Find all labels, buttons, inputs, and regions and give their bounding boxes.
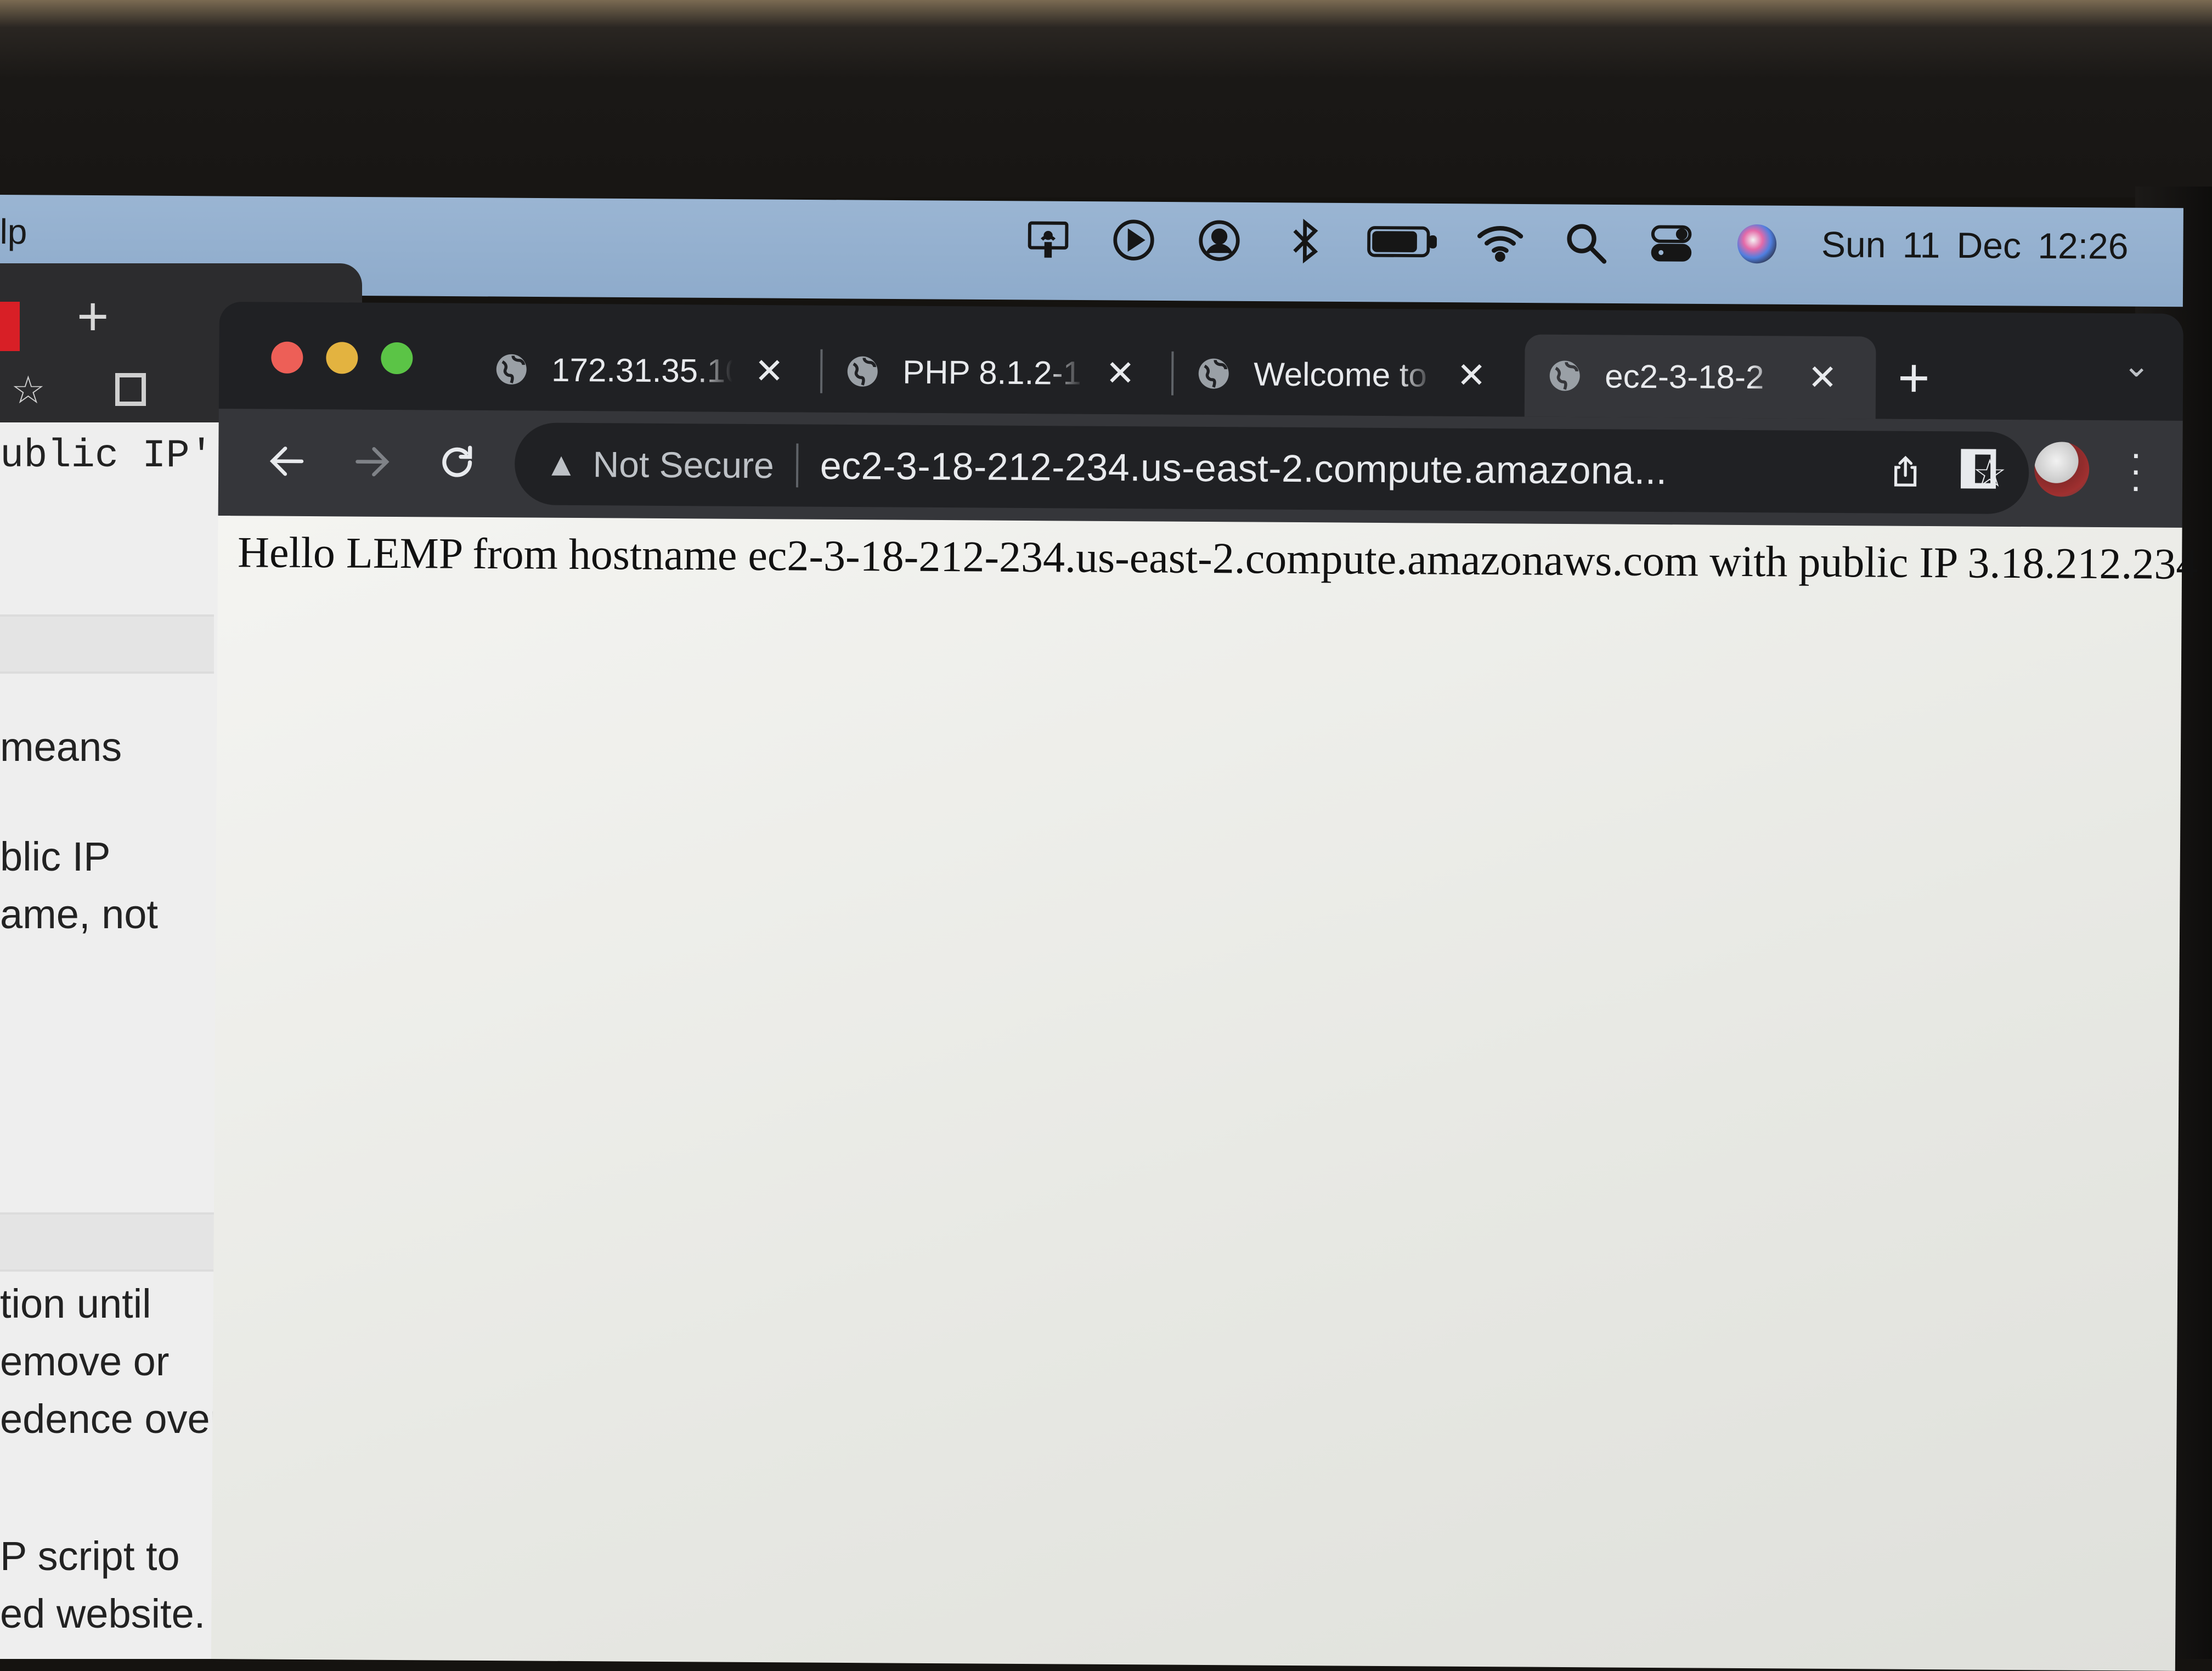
side-panel-icon[interactable] [1960, 449, 1996, 489]
background-text-line: edence over [0, 1396, 224, 1442]
globe-icon [1549, 360, 1580, 391]
background-text-line: blic IP [0, 834, 111, 879]
tab-strip: 172.31.35.10 ✕ PHP 8.1.2-1 ✕ Welcome to … [218, 302, 2183, 421]
background-page-content: ublic IP' means blic IP ame, not tion un… [0, 422, 230, 1659]
new-tab-button[interactable]: + [1898, 337, 1930, 419]
background-text-line: means [0, 724, 122, 770]
share-icon[interactable] [1886, 453, 1925, 494]
tab-172-31-35[interactable]: 172.31.35.10 ✕ [471, 328, 823, 413]
tab-title: PHP 8.1.2-1 [902, 353, 1082, 392]
profile-avatar[interactable] [2034, 442, 2090, 497]
arrow-right-icon [356, 447, 390, 477]
security-status-label[interactable]: Not Secure [592, 443, 774, 486]
browser-toolbar: ▲ Not Secure ec2-3-18-212-234.us-east-2.… [218, 408, 2183, 528]
warning-triangle-icon[interactable]: ▲ [545, 445, 578, 483]
menubar-clock[interactable]: Sun 11 Dec 12:26 [1821, 223, 2129, 267]
user-account-icon[interactable] [1193, 214, 1246, 267]
forward-button[interactable] [342, 431, 403, 492]
reload-button[interactable] [427, 432, 488, 493]
address-bar-divider [795, 443, 799, 488]
globe-icon [1198, 358, 1229, 389]
arrow-left-icon [269, 447, 304, 476]
tab-close-button[interactable]: ✕ [1457, 354, 1486, 396]
background-divider-block [0, 1212, 214, 1272]
wifi-icon[interactable] [1474, 216, 1527, 269]
background-text-line: ame, not [0, 891, 158, 937]
tab-title: Welcome to [1254, 355, 1427, 393]
globe-icon [496, 354, 527, 385]
background-side-panel-icon[interactable] [115, 373, 146, 406]
more-menu-icon[interactable]: · · · [2128, 432, 2145, 507]
tab-welcome[interactable]: Welcome to ✕ [1173, 332, 1525, 417]
menubar-app-name[interactable]: lp [0, 211, 27, 252]
tab-ec2-active[interactable]: ec2-3-18-2 ✕ [1524, 334, 1876, 419]
window-minimize-button[interactable] [326, 342, 358, 374]
tab-close-button[interactable]: ✕ [754, 350, 784, 391]
spotlight-search-icon[interactable] [1559, 216, 1612, 269]
globe-icon [847, 356, 878, 387]
background-text-line: P script to [0, 1533, 180, 1579]
siri-icon[interactable] [1730, 217, 1784, 270]
window-close-button[interactable] [271, 341, 303, 374]
window-controls [271, 341, 436, 375]
background-code-fragment: ublic IP' [0, 433, 213, 478]
background-text-line: ed website. [0, 1591, 206, 1636]
airplay-icon[interactable] [1022, 213, 1075, 266]
tab-close-button[interactable]: ✕ [1808, 357, 1837, 398]
back-button[interactable] [257, 431, 318, 492]
page-viewport: Hello LEMP from hostname ec2-3-18-212-23… [211, 515, 2198, 1671]
bluetooth-icon[interactable] [1278, 214, 1331, 268]
battery-icon[interactable] [1364, 215, 1441, 268]
toolbar-right-actions: · · · [1960, 432, 2145, 507]
tab-close-button[interactable]: ✕ [1105, 352, 1135, 393]
url-text[interactable]: ec2-3-18-212-234.us-east-2.compute.amazo… [820, 444, 1667, 493]
tab-php[interactable]: PHP 8.1.2-1 ✕ [822, 330, 1174, 415]
tab-search-chevron-icon[interactable]: ⌄ [2123, 346, 2151, 385]
background-divider-block [0, 614, 214, 674]
netflix-favicon-icon[interactable] [0, 302, 20, 351]
window-zoom-button[interactable] [381, 342, 413, 375]
control-center-icon[interactable] [1645, 217, 1698, 270]
page-body-text: Hello LEMP from hostname ec2-3-18-212-23… [237, 528, 2198, 589]
background-text-line: tion until [0, 1281, 151, 1326]
background-bookmark-star-icon[interactable]: ☆ [11, 368, 46, 413]
play-icon[interactable] [1107, 213, 1160, 267]
tab-list: 172.31.35.10 ✕ PHP 8.1.2-1 ✕ Welcome to … [471, 328, 1930, 419]
menubar-status-area: Sun 11 Dec 12:26 [1005, 213, 2129, 273]
background-text-line: emove or [0, 1339, 170, 1384]
tab-title: ec2-3-18-2 [1605, 357, 1764, 396]
background-browser-window: + ☆ ublic IP' means blic IP ame, not tio… [0, 263, 362, 1659]
tab-title: 172.31.35.10 [551, 351, 733, 389]
address-bar[interactable]: ▲ Not Secure ec2-3-18-212-234.us-east-2.… [514, 422, 2029, 515]
screen-bezel-top [0, 0, 2212, 197]
chrome-browser-window: 172.31.35.10 ✕ PHP 8.1.2-1 ✕ Welcome to … [211, 302, 2198, 1671]
reload-icon [442, 445, 472, 477]
background-new-tab-button[interactable]: + [77, 285, 109, 348]
